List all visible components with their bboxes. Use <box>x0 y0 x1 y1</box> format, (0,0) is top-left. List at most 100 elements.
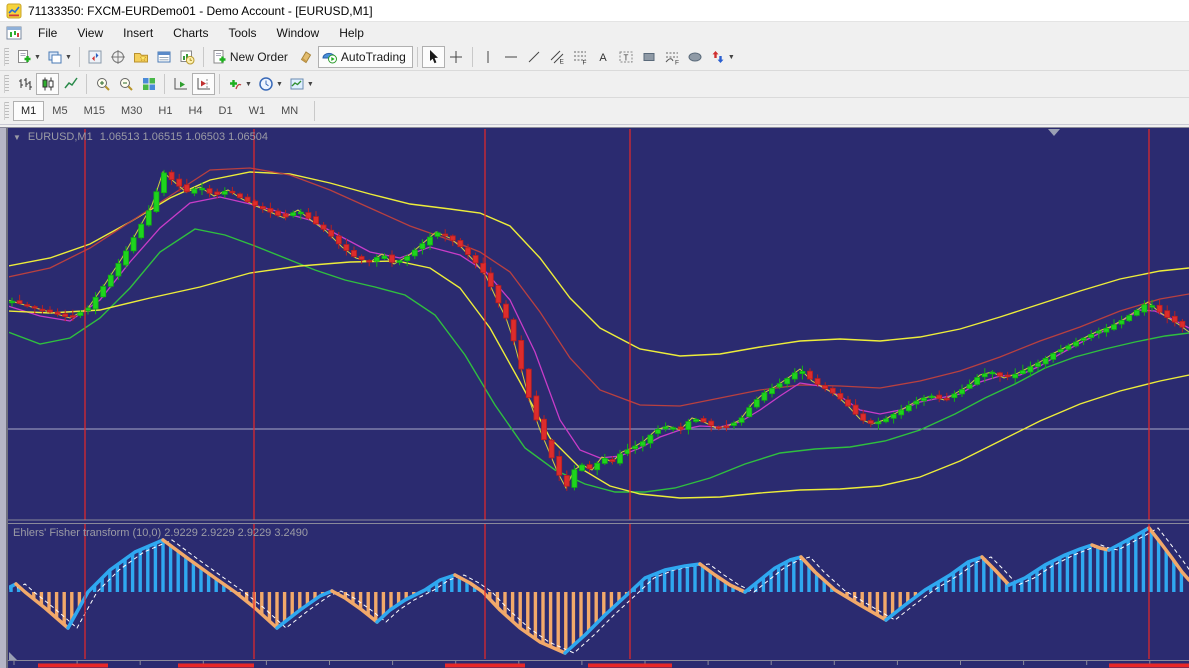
line-chart-button[interactable] <box>59 73 82 95</box>
zoom-in-button[interactable] <box>91 73 114 95</box>
menu-item-tools[interactable]: Tools <box>219 23 267 43</box>
chart-canvas[interactable] <box>0 127 1189 668</box>
bar-chart-icon <box>18 78 32 90</box>
timeframe-m15[interactable]: M15 <box>76 101 113 121</box>
menu-item-help[interactable]: Help <box>329 23 374 43</box>
timeframe-d1[interactable]: D1 <box>211 101 241 121</box>
candlesticks-icon <box>42 77 53 91</box>
auto-scroll-button[interactable] <box>169 73 192 95</box>
timeframe-m1[interactable]: M1 <box>13 101 45 121</box>
candlesticks-button[interactable] <box>36 73 59 95</box>
toolbar-standard: ▼ ▼ New Order AutoTrading E F A T F ▼ <box>0 44 1189 71</box>
menu-bar: File View Insert Charts Tools Window Hel… <box>0 22 1189 44</box>
fibonacci-expansion-button[interactable]: F <box>661 46 684 68</box>
vertical-line-button[interactable] <box>477 46 500 68</box>
terminal-button[interactable] <box>153 46 176 68</box>
menu-item-view[interactable]: View <box>67 23 113 43</box>
toolbar-grip[interactable] <box>4 48 9 66</box>
horizontal-line-icon <box>505 56 518 58</box>
new-chart-icon <box>18 50 31 63</box>
svg-text:T: T <box>624 54 629 63</box>
axis-red-label-bar <box>38 663 108 668</box>
toolbar-separator <box>314 101 316 121</box>
ellipse-icon <box>688 52 702 62</box>
market-watch-icon <box>88 50 102 64</box>
tile-windows-icon <box>142 78 155 90</box>
autotrading-button[interactable]: AutoTrading <box>317 46 413 68</box>
text-button[interactable]: A <box>592 46 615 68</box>
indicators-button[interactable]: ▼ <box>224 73 255 95</box>
rectangle-icon <box>643 53 655 61</box>
arrows-icon <box>712 51 724 63</box>
arrows-button[interactable]: ▼ <box>707 46 738 68</box>
chart-window-icon[interactable] <box>6 25 22 41</box>
templates-button[interactable]: ▼ <box>286 73 317 95</box>
svg-text:A: A <box>600 52 608 64</box>
chart-ohlc-values: 1.06513 1.06515 1.06503 1.06504 <box>99 131 268 143</box>
menu-item-charts[interactable]: Charts <box>163 23 218 43</box>
toolbar-grip[interactable] <box>4 102 9 120</box>
horizontal-line-button[interactable] <box>500 46 523 68</box>
crosshair-button[interactable] <box>445 46 468 68</box>
timeframe-m30[interactable]: M30 <box>113 101 150 121</box>
ellipse-button[interactable] <box>684 46 707 68</box>
strategy-tester-button[interactable] <box>176 46 199 68</box>
periods-clock-icon <box>259 77 273 91</box>
app-icon <box>6 3 22 19</box>
fibonacci-retracement-button[interactable]: F <box>569 46 592 68</box>
trendline-button[interactable] <box>523 46 546 68</box>
timeframe-m5[interactable]: M5 <box>44 101 75 121</box>
periods-button[interactable]: ▼ <box>255 73 286 95</box>
menu-item-insert[interactable]: Insert <box>113 23 163 43</box>
fibonacci-expansion-icon: F <box>665 52 679 66</box>
auto-scroll-icon <box>174 78 187 90</box>
strategy-tester-icon <box>180 50 195 65</box>
cursor-button[interactable] <box>421 46 445 68</box>
zoom-in-icon <box>96 78 110 91</box>
bar-chart-button[interactable] <box>13 73 36 95</box>
toolbar-separator <box>78 47 80 67</box>
profiles-button[interactable]: ▼ <box>44 46 75 68</box>
metaeditor-book-icon <box>301 51 312 64</box>
collapse-triangle-icon[interactable]: ▼ <box>13 133 21 142</box>
chart-shift-icon <box>197 78 210 90</box>
toolbar-grip[interactable] <box>4 75 9 93</box>
text-icon: A <box>600 52 608 64</box>
tile-windows-button[interactable] <box>137 73 160 95</box>
toolbar-separator <box>219 74 220 94</box>
title-bar: 71133350: FXCM-EURDemo01 - Demo Account … <box>0 0 1189 22</box>
terminal-icon <box>157 51 171 63</box>
timeframe-mn[interactable]: MN <box>273 101 306 121</box>
chart-shift-button[interactable] <box>192 73 215 95</box>
text-label-button[interactable]: T <box>615 46 638 68</box>
svg-text:E: E <box>560 59 565 66</box>
menu-item-window[interactable]: Window <box>267 23 330 43</box>
svg-text:F: F <box>675 60 679 66</box>
timeframe-h1[interactable]: H1 <box>150 101 180 121</box>
line-chart-icon <box>63 77 78 89</box>
menu-item-file[interactable]: File <box>28 23 67 43</box>
rectangle-button[interactable] <box>638 46 661 68</box>
new-order-label: New Order <box>229 50 288 64</box>
profiles-icon <box>48 51 62 64</box>
chart-symbol-period: EURUSD,M1 <box>27 131 93 143</box>
vertical-line-icon <box>487 51 489 63</box>
new-order-button[interactable]: New Order <box>208 46 295 68</box>
new-chart-button[interactable]: ▼ <box>13 46 44 68</box>
market-watch-button[interactable] <box>84 46 107 68</box>
zoom-out-button[interactable] <box>114 73 137 95</box>
equidistant-channel-button[interactable]: E <box>546 46 569 68</box>
toolbar-separator <box>164 74 165 94</box>
toolbar-separator <box>86 74 87 94</box>
trendline-icon <box>528 51 540 63</box>
data-window-button[interactable] <box>107 46 130 68</box>
metaeditor-button[interactable] <box>295 46 318 68</box>
crosshair-icon <box>450 51 463 63</box>
text-label-icon: T <box>619 51 633 63</box>
navigator-button[interactable] <box>130 46 153 68</box>
indicator-label: Ehlers' Fisher transform (10,0) 2.9229 2… <box>13 527 309 539</box>
timeframe-w1[interactable]: W1 <box>241 101 274 121</box>
timeframe-h4[interactable]: H4 <box>180 101 210 121</box>
zoom-out-icon <box>119 78 133 91</box>
toolbar-separator <box>471 47 473 67</box>
